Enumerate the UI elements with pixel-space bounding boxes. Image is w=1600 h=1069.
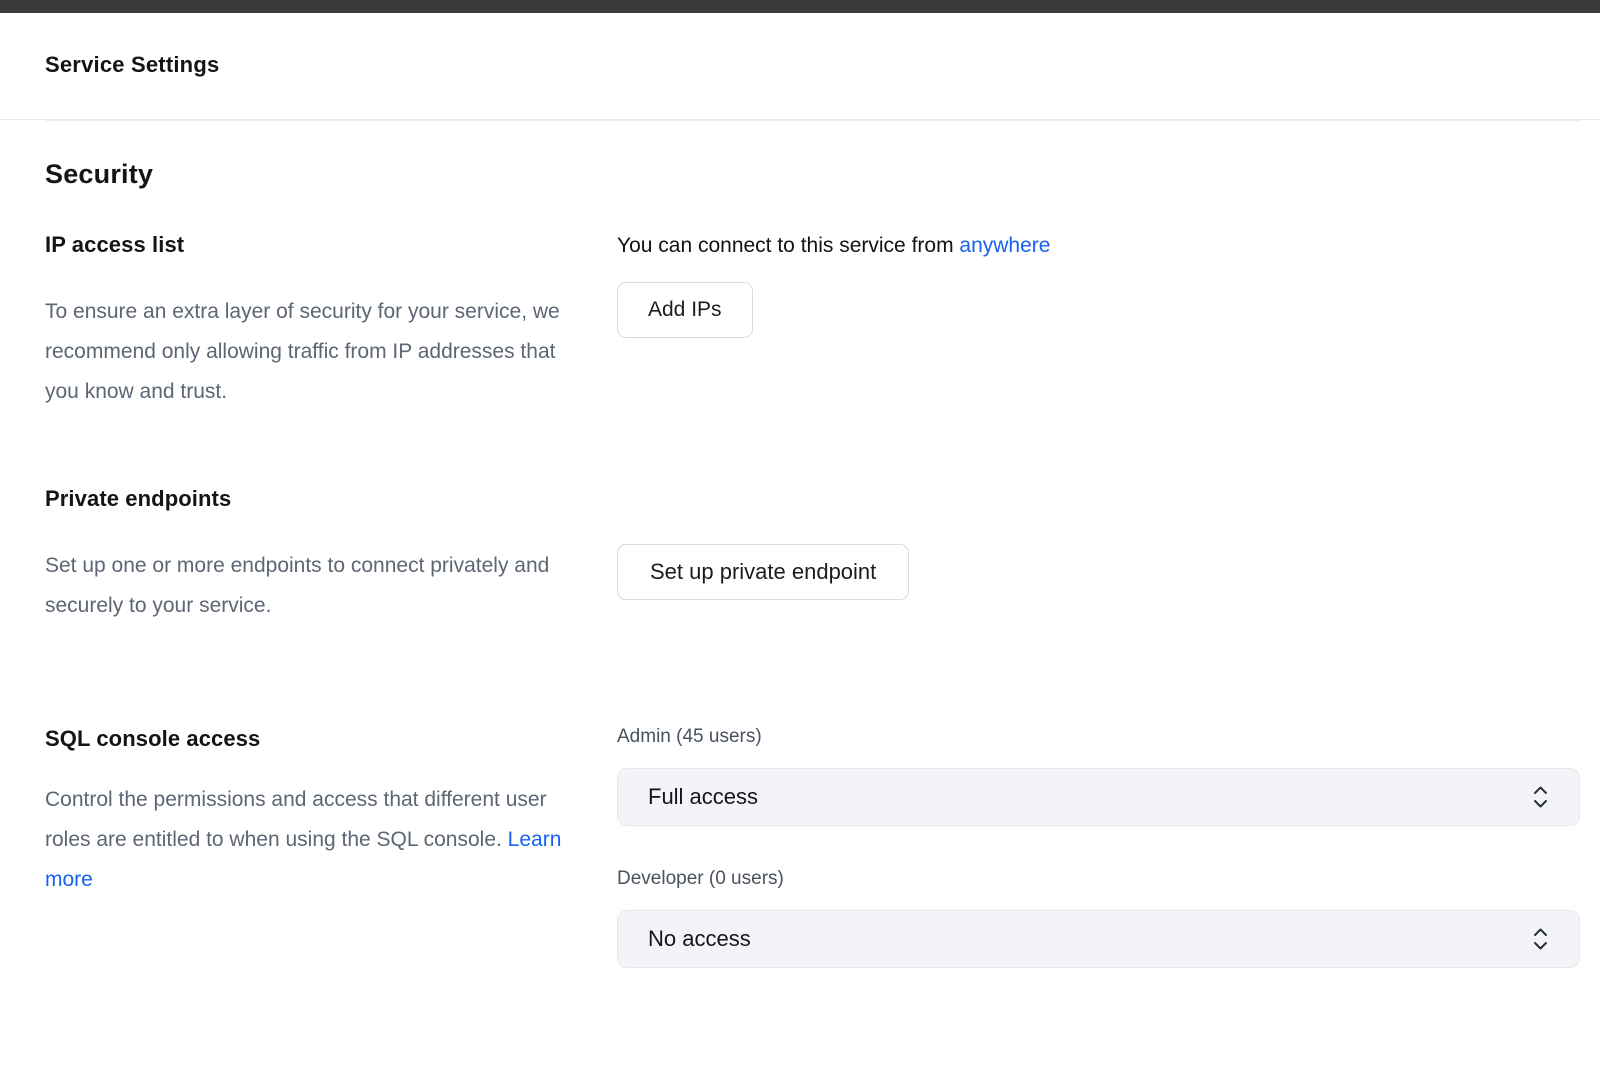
add-ips-button[interactable]: Add IPs	[617, 282, 753, 338]
unfold-icon	[1532, 785, 1549, 809]
private-endpoints-title: Private endpoints	[45, 486, 617, 512]
admin-access-select[interactable]: Full access	[617, 768, 1580, 826]
private-endpoints-description: Set up one or more endpoints to connect …	[45, 546, 585, 626]
admin-access-select-value: Full access	[648, 784, 758, 810]
window-chrome-bar	[0, 0, 1600, 13]
private-endpoints-right-column: Set up private endpoint	[617, 486, 1580, 626]
unfold-icon	[1532, 927, 1549, 951]
developer-access-select-value: No access	[648, 926, 751, 952]
private-endpoints-section: Private endpoints Set up one or more end…	[45, 486, 1580, 626]
sql-console-access-description: Control the permissions and access that …	[45, 780, 585, 900]
page-header: Service Settings	[0, 13, 1600, 120]
ip-access-description: To ensure an extra layer of security for…	[45, 292, 585, 412]
page-title: Service Settings	[45, 52, 1555, 78]
admin-role-label: Admin (45 users)	[617, 726, 1580, 748]
sql-console-access-title: SQL console access	[45, 726, 617, 752]
developer-access-select[interactable]: No access	[617, 910, 1580, 968]
sql-console-description-text: Control the permissions and access that …	[45, 788, 547, 851]
private-endpoints-left-column: Private endpoints Set up one or more end…	[45, 486, 617, 626]
ip-access-right-column: You can connect to this service from any…	[617, 232, 1580, 412]
anywhere-link[interactable]: anywhere	[959, 234, 1050, 257]
sql-console-left-column: SQL console access Control the permissio…	[45, 726, 617, 968]
ip-access-list-section: IP access list To ensure an extra layer …	[45, 232, 1580, 412]
ip-access-status-prefix: You can connect to this service from	[617, 234, 959, 257]
sql-console-right-column: Admin (45 users) Full access Developer (…	[617, 726, 1580, 968]
security-settings-panel: Security IP access list To ensure an ext…	[45, 120, 1580, 968]
set-up-private-endpoint-button[interactable]: Set up private endpoint	[617, 544, 909, 600]
ip-access-title: IP access list	[45, 232, 617, 258]
developer-role-label: Developer (0 users)	[617, 868, 1580, 890]
security-section-heading: Security	[45, 159, 1580, 190]
sql-console-access-section: SQL console access Control the permissio…	[45, 726, 1580, 968]
ip-access-status-text: You can connect to this service from any…	[617, 234, 1580, 258]
ip-access-left-column: IP access list To ensure an extra layer …	[45, 232, 617, 412]
